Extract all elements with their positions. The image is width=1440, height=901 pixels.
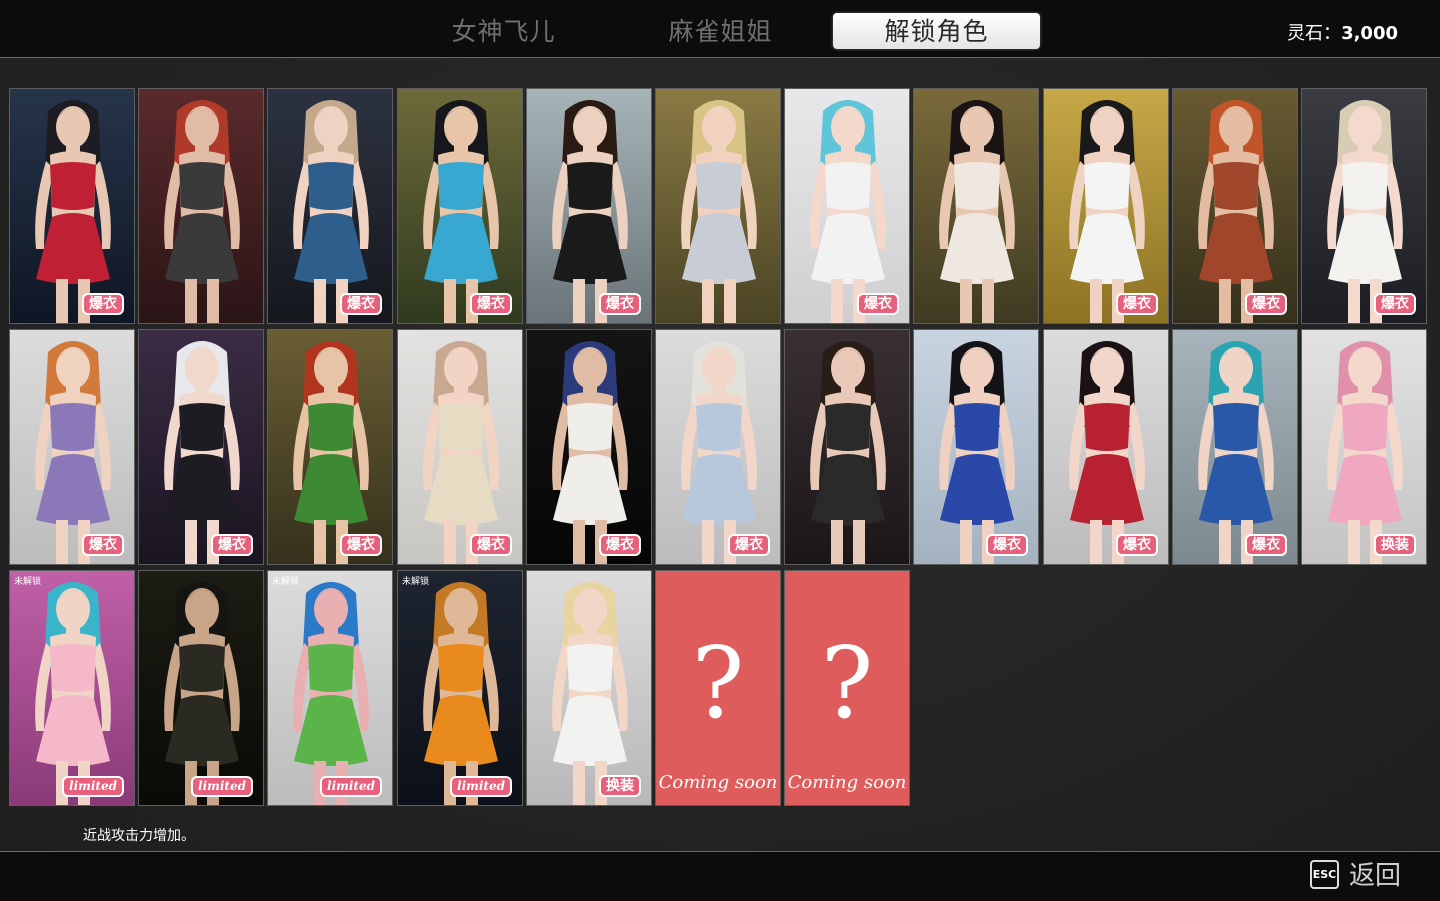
character-portrait: [527, 571, 651, 805]
character-card[interactable]: 爆衣: [1043, 88, 1169, 324]
character-portrait: [914, 330, 1038, 564]
tab-mahjong-sister[interactable]: 麻雀姐姐: [617, 13, 824, 49]
bottom-bar: [0, 851, 1440, 901]
character-portrait: [139, 330, 263, 564]
tab-unlock-characters[interactable]: 解锁角色: [833, 13, 1040, 49]
costume-badge: 爆衣: [211, 534, 253, 556]
unlock-tag: 未解锁: [272, 577, 300, 587]
character-card[interactable]: 爆衣: [784, 88, 910, 324]
character-card[interactable]: 爆衣: [9, 329, 135, 565]
character-portrait: [398, 89, 522, 323]
costume-badge: 爆衣: [857, 293, 899, 315]
character-portrait: [785, 330, 909, 564]
character-portrait: [10, 89, 134, 323]
character-card[interactable]: [655, 88, 781, 324]
currency-value: 3,000: [1341, 23, 1398, 44]
costume-badge: 爆衣: [986, 534, 1028, 556]
unlock-tag: 未解锁: [402, 577, 430, 587]
costume-badge: 爆衣: [1374, 293, 1416, 315]
character-portrait: [139, 89, 263, 323]
character-portrait: [268, 571, 392, 805]
esc-key-icon[interactable]: ESC: [1310, 860, 1339, 889]
character-card[interactable]: 换装: [1301, 329, 1427, 565]
character-portrait: [398, 571, 522, 805]
character-card[interactable]: 爆衣: [9, 88, 135, 324]
character-portrait: [527, 89, 651, 323]
costume-badge: 爆衣: [1245, 293, 1287, 315]
character-portrait: [1302, 330, 1426, 564]
tab-goddess-feier[interactable]: 女神飞儿: [400, 13, 607, 49]
character-card[interactable]: 爆衣: [1172, 88, 1298, 324]
question-mark-icon: ?: [691, 627, 745, 741]
costume-badge: 爆衣: [1245, 534, 1287, 556]
character-portrait: [785, 89, 909, 323]
costume-badge: 爆衣: [728, 534, 770, 556]
costume-badge: 换装: [1374, 534, 1416, 556]
costume-badge: 爆衣: [599, 293, 641, 315]
question-mark-icon: ?: [820, 627, 874, 741]
character-card[interactable]: 未解锁 limited: [267, 570, 393, 806]
costume-badge: 爆衣: [82, 534, 124, 556]
character-portrait: [1044, 330, 1168, 564]
currency-display: 灵石：3,000: [1287, 19, 1398, 45]
costume-badge: 爆衣: [340, 293, 382, 315]
currency-label: 灵石：: [1287, 23, 1342, 44]
character-portrait: [139, 571, 263, 805]
costume-badge: limited: [450, 776, 512, 797]
costume-badge: 爆衣: [599, 534, 641, 556]
unlock-tag: 未解锁: [14, 577, 42, 587]
character-card[interactable]: [784, 329, 910, 565]
costume-badge: 换装: [599, 775, 641, 797]
character-portrait: [1173, 89, 1297, 323]
character-card[interactable]: 爆衣: [655, 329, 781, 565]
character-portrait: [1302, 89, 1426, 323]
costume-badge: 爆衣: [340, 534, 382, 556]
character-portrait: [1173, 330, 1297, 564]
character-card[interactable]: 爆衣: [267, 88, 393, 324]
character-portrait: [527, 330, 651, 564]
character-card[interactable]: 爆衣: [397, 329, 523, 565]
costume-badge: 爆衣: [82, 293, 124, 315]
character-card[interactable]: 爆衣: [526, 88, 652, 324]
character-portrait: [10, 330, 134, 564]
costume-badge: 爆衣: [1116, 534, 1158, 556]
character-card[interactable]: 爆衣: [397, 88, 523, 324]
costume-badge: limited: [62, 776, 124, 797]
costume-badge: 爆衣: [470, 293, 512, 315]
character-description: 近战攻击力增加。: [83, 828, 195, 844]
character-portrait: [268, 89, 392, 323]
character-card[interactable]: 换装: [526, 570, 652, 806]
costume-badge: 爆衣: [1116, 293, 1158, 315]
coming-soon-card[interactable]: ? Coming soon: [655, 570, 781, 806]
character-portrait: [656, 89, 780, 323]
character-portrait: [268, 330, 392, 564]
coming-soon-label: Coming soon: [658, 772, 778, 793]
back-button[interactable]: 返回: [1349, 860, 1401, 892]
costume-badge: limited: [191, 776, 253, 797]
character-card[interactable]: 爆衣: [138, 329, 264, 565]
character-card[interactable]: [913, 88, 1039, 324]
character-card[interactable]: 爆衣: [1172, 329, 1298, 565]
top-bar: 女神飞儿 麻雀姐姐 解锁角色 灵石：3,000: [0, 0, 1440, 58]
character-card[interactable]: 爆衣: [1043, 329, 1169, 565]
costume-badge: 爆衣: [470, 534, 512, 556]
costume-badge: limited: [320, 776, 382, 797]
character-card[interactable]: 爆衣: [913, 329, 1039, 565]
character-portrait: [10, 571, 134, 805]
character-card[interactable]: 未解锁 limited: [397, 570, 523, 806]
character-card[interactable]: 未解锁 limited: [9, 570, 135, 806]
character-card[interactable]: [138, 88, 264, 324]
coming-soon-label: Coming soon: [787, 772, 907, 793]
character-card[interactable]: 爆衣: [526, 329, 652, 565]
character-portrait: [398, 330, 522, 564]
character-portrait: [914, 89, 1038, 323]
coming-soon-card[interactable]: ? Coming soon: [784, 570, 910, 806]
character-portrait: [1044, 89, 1168, 323]
character-portrait: [656, 330, 780, 564]
character-card[interactable]: 爆衣: [267, 329, 393, 565]
character-card[interactable]: 爆衣: [1301, 88, 1427, 324]
character-card[interactable]: limited: [138, 570, 264, 806]
